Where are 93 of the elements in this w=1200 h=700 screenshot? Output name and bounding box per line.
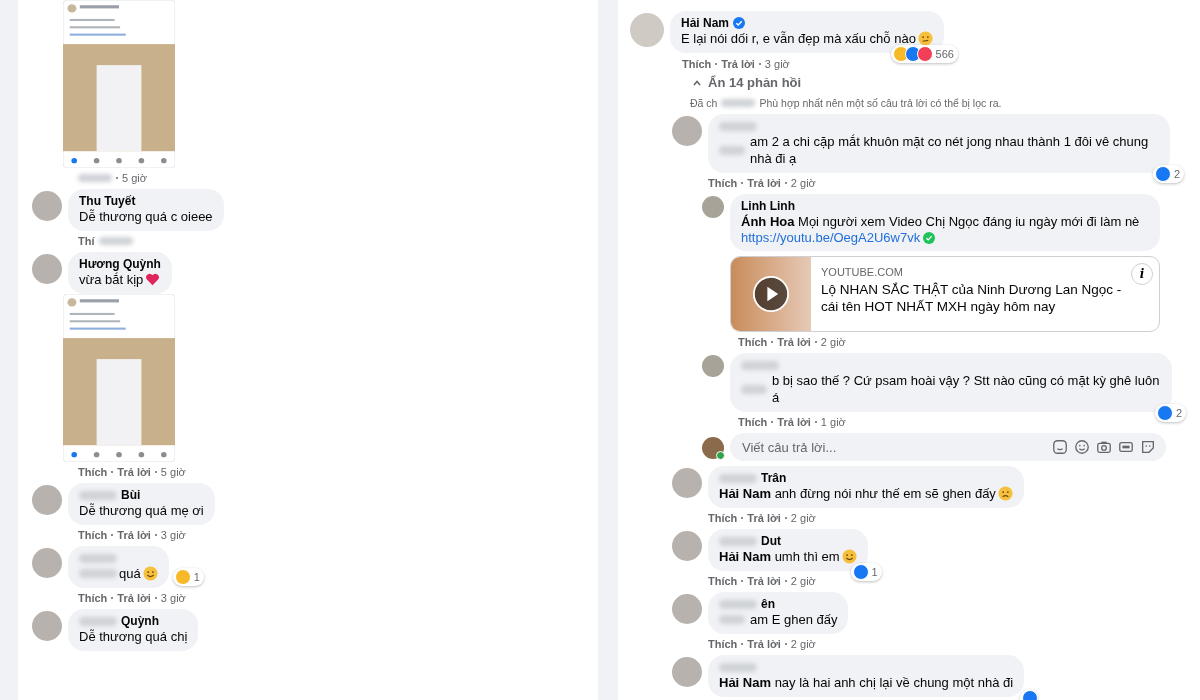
reaction-badge[interactable]: 566 [890,45,958,63]
like-link[interactable]: Thích [708,176,738,189]
post-screenshot-drawing[interactable] [63,0,175,168]
commenter-name[interactable]: Quỳnh [121,614,159,628]
comment-time[interactable]: 2 giờ [790,637,816,650]
like-link[interactable]: Thí [78,234,95,247]
comment-text: am 2 a chi cặp mắt khuôn mặt co nét jong nhau thành 1 đôi vê chung nhà đi ạ [750,133,1150,167]
like-link[interactable]: Thích [738,335,768,348]
comment-text: vừa bắt kịp [79,271,144,288]
avatar[interactable] [672,468,702,498]
comment-time[interactable]: 2 giờ [790,574,816,587]
link-domain: YOUTUBE.COM [821,266,904,278]
comment-time[interactable]: 3 giờ [764,57,790,70]
like-link[interactable]: Thích [708,637,738,650]
reply-link[interactable]: Trả lời [747,176,781,189]
comment-text: Hải Nam anh đừng nói như thế em sẽ ghen đấy [719,485,996,502]
like-link[interactable]: Thích [78,528,108,541]
comment-text: Ánh Hoa Mọi người xem Video Chị Ngọc đáng iu ngày mới đi làm nè [741,213,1140,230]
info-button[interactable]: i [1131,263,1153,285]
like-link[interactable]: Thích [78,591,108,604]
avatar[interactable] [32,548,62,578]
commenter-name[interactable]: Linh Linh [741,199,795,213]
comment-text: E lại nói dối r, e vẫn đẹp mà xấu chỗ nào [681,30,916,47]
reaction-badge[interactable]: 1 [850,563,882,581]
reply-link[interactable]: Trả lời [747,574,781,587]
comment-text: Dễ thương quá c oieee [79,208,213,225]
commenter-name[interactable]: Bùi [121,488,141,502]
reply-link[interactable]: Trả lời [747,637,781,650]
commenter-name[interactable]: Thu Tuyết [79,194,136,208]
commenter-name[interactable]: Hương Quỳnh [79,257,161,271]
comment-time[interactable]: 2 giờ [820,335,846,348]
comment-text: b bị sao thế ? Cứ psam hoài vậy ? Stt nào cũng có mặt kỳ ghê luôn á [772,372,1161,406]
reaction-badge[interactable]: 2 [1154,404,1186,422]
post-screenshot-drawing[interactable] [63,294,175,462]
notice-text: Phù hợp nhất nên một số câu trả lời có thể bị lọc ra. [759,97,1002,109]
online-dot-icon [716,451,725,460]
play-icon[interactable] [753,276,789,312]
comment-text: Dễ thương quá chị [79,628,188,645]
link-preview-card[interactable]: YOUTUBE.COM Lộ NHAN SẮC THẬT của Ninh Dương Lan Ngọc - cái tên HOT NHẤT MXH ngày hôm nay i [730,256,1160,332]
commenter-name[interactable]: ên [761,597,775,611]
check-icon [923,231,936,244]
notice-text: Đã ch [690,97,718,109]
avatar[interactable] [32,611,62,641]
sticker-icon[interactable] [1140,439,1156,455]
camera-icon[interactable] [1096,439,1112,455]
avatar[interactable] [702,196,724,218]
avatar[interactable] [702,437,724,459]
comment-time[interactable]: 5 giờ [160,465,186,478]
comment-time[interactable]: 5 giờ [122,171,147,184]
comment-text: Hải Nam umh thì em [719,548,840,565]
avatar[interactable] [672,116,702,146]
comment-text: quá [119,565,141,582]
comment-text: Dễ thương quá mẹ ơi [79,502,204,519]
reply-box[interactable]: Viết câu trả lời... [730,433,1166,461]
commenter-name[interactable]: Trân [761,471,787,485]
blurred-text [721,99,756,107]
reply-link[interactable]: Trả lời [777,415,811,428]
comment-time[interactable]: 1 giờ [820,415,846,428]
like-link[interactable]: Thích [708,511,738,524]
video-link[interactable]: https://youtu.be/OegA2U6w7vk [741,230,921,245]
like-link[interactable]: Thích [682,57,712,70]
reply-link[interactable]: Trả lời [117,591,151,604]
commenter-name[interactable]: Dut [761,534,781,548]
link-title[interactable]: Lộ NHAN SẮC THẬT của Ninh Dương Lan Ngọc - cái tên HOT NHẤT MXH ngày hôm nay [821,281,1125,315]
comment-text: am E ghen đấy [750,611,838,628]
avatar[interactable] [702,355,724,377]
avatar[interactable] [32,191,62,221]
reaction-badge[interactable]: 2 [1152,165,1184,183]
reaction-badge[interactable]: 1 [172,568,204,586]
reply-link[interactable]: Trả lời [747,511,781,524]
gif-icon[interactable] [1118,439,1134,455]
avatar[interactable] [32,485,62,515]
comment-time[interactable]: 2 giờ [790,511,816,524]
hide-replies-button[interactable]: Ẩn 14 phản hồi [672,72,802,93]
reply-link[interactable]: Trả lời [117,465,151,478]
comment-time[interactable]: 3 giờ [160,528,186,541]
smiley-icon[interactable] [1074,439,1090,455]
avatar[interactable] [672,657,702,687]
sticker-icon[interactable] [1052,439,1068,455]
reply-input-field[interactable]: Viết câu trả lời... [740,438,1046,456]
avatar[interactable] [672,531,702,561]
avatar[interactable] [32,254,62,284]
reply-link[interactable]: Trả lời [117,528,151,541]
commenter-name[interactable]: Hải Nam [681,16,730,30]
reply-link[interactable]: Trả lời [721,57,755,70]
like-link[interactable]: Thích [738,415,768,428]
like-link[interactable]: Thích [708,574,738,587]
comment-time[interactable]: 2 giờ [790,176,816,189]
reply-link[interactable]: Trả lời [777,335,811,348]
like-link[interactable]: Thích [78,465,108,478]
comment-text: Hải Nam nay là hai anh chị lại về chung một nhà đi [719,674,1014,691]
comment-time[interactable]: 3 giờ [160,591,186,604]
avatar[interactable] [672,594,702,624]
